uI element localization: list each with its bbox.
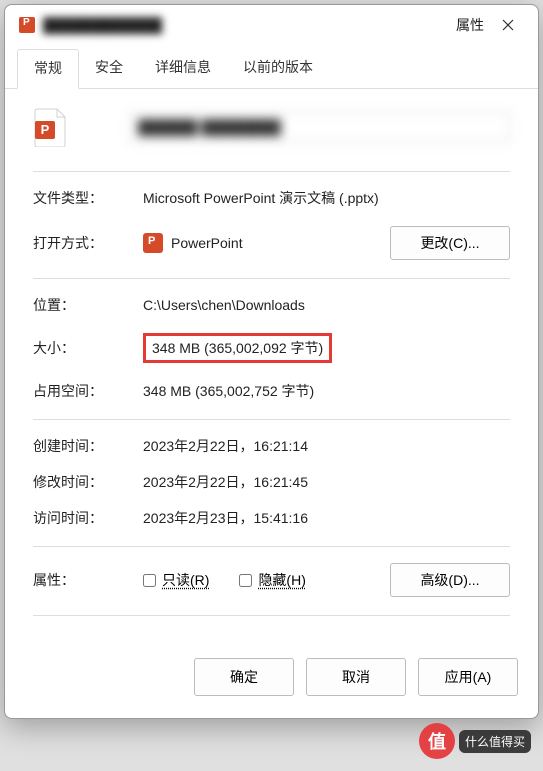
watermark: 值 什么值得买	[419, 723, 531, 759]
label-accessed: 访问时间：	[33, 508, 143, 528]
file-type-icon: P	[33, 107, 69, 147]
readonly-label: 只读(R)	[162, 570, 209, 590]
tab-security[interactable]: 安全	[79, 49, 139, 88]
value-size-on-disk: 348 MB (365,002,752 字节)	[143, 381, 314, 401]
value-file-type: Microsoft PowerPoint 演示文稿 (.pptx)	[143, 188, 379, 208]
svg-text:P: P	[41, 122, 50, 137]
cancel-button[interactable]: 取消	[306, 658, 406, 696]
tab-previous-versions[interactable]: 以前的版本	[227, 49, 329, 88]
ok-button[interactable]: 确定	[194, 658, 294, 696]
readonly-checkbox-input[interactable]	[143, 574, 156, 587]
hidden-checkbox[interactable]: 隐藏(H)	[239, 570, 305, 590]
value-accessed: 2023年2月23日，15:41:16	[143, 508, 308, 528]
tab-general[interactable]: 常规	[17, 49, 79, 89]
file-name-input[interactable]: ██████ ████████	[129, 112, 510, 142]
label-size-on-disk: 占用空间：	[33, 381, 143, 401]
change-button[interactable]: 更改(C)...	[390, 226, 510, 260]
value-created: 2023年2月22日，16:21:14	[143, 436, 308, 456]
apply-button[interactable]: 应用(A)	[418, 658, 518, 696]
divider	[33, 171, 510, 172]
value-size-highlighted: 348 MB (365,002,092 字节)	[143, 333, 332, 363]
window-title-obscured: ████████████	[43, 17, 450, 33]
dialog-footer: 确定 取消 应用(A)	[5, 640, 538, 718]
powerpoint-icon	[143, 233, 163, 253]
value-open-with: PowerPoint	[171, 235, 243, 251]
window-title-suffix: 属性	[456, 15, 484, 35]
tab-details[interactable]: 详细信息	[139, 49, 227, 88]
label-file-type: 文件类型：	[33, 188, 143, 208]
hidden-label: 隐藏(H)	[258, 570, 305, 590]
label-created: 创建时间：	[33, 436, 143, 456]
app-icon-small	[19, 17, 35, 33]
label-attributes: 属性：	[33, 570, 143, 590]
titlebar: ████████████ 属性	[5, 5, 538, 45]
label-size: 大小：	[33, 338, 143, 358]
label-location: 位置：	[33, 295, 143, 315]
watermark-icon: 值	[419, 723, 455, 759]
watermark-text: 什么值得买	[459, 730, 531, 753]
divider	[33, 615, 510, 616]
hidden-checkbox-input[interactable]	[239, 574, 252, 587]
tab-content: P ██████ ████████ 文件类型： Microsoft PowerP…	[5, 89, 538, 640]
divider	[33, 419, 510, 420]
properties-dialog: ████████████ 属性 常规 安全 详细信息 以前的版本 P █████…	[4, 4, 539, 719]
advanced-button[interactable]: 高级(D)...	[390, 563, 510, 597]
divider	[33, 278, 510, 279]
label-modified: 修改时间：	[33, 472, 143, 492]
tab-strip: 常规 安全 详细信息 以前的版本	[5, 45, 538, 89]
label-open-with: 打开方式：	[33, 233, 143, 253]
readonly-checkbox[interactable]: 只读(R)	[143, 570, 209, 590]
close-button[interactable]	[492, 13, 524, 37]
close-icon	[502, 19, 514, 31]
divider	[33, 546, 510, 547]
value-location: C:\Users\chen\Downloads	[143, 297, 305, 313]
value-modified: 2023年2月22日，16:21:45	[143, 472, 308, 492]
